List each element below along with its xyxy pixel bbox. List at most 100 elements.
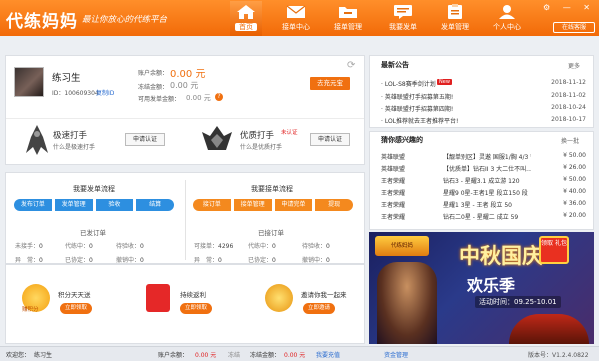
switch-batch-link[interactable]: 换一批 (561, 136, 579, 145)
nav-label: 接单中心 (282, 23, 310, 31)
stat-in-progress[interactable]: 代练中：0 (65, 241, 93, 250)
published-orders-title: 已发订单 (80, 229, 106, 237)
flow-step[interactable]: 发布订单 (14, 199, 52, 211)
accept-flow: 接订单 接单管理 申请完单 提现 (193, 199, 353, 211)
home-icon (237, 5, 255, 19)
nav-publish-manage[interactable]: 发单管理 (437, 1, 473, 36)
claim-points-button[interactable]: 立即领取 (60, 303, 93, 314)
gift-pack-icon[interactable]: 领取 礼包 (539, 236, 569, 264)
publish-flow-title: 我要发单流程 (73, 185, 115, 193)
recommend-row[interactable]: 英雄联盟【靓单别区】灵遨 国服1/胸 4/3 钻...¥ 50.00 (381, 152, 586, 163)
recommend-row[interactable]: 王者荣耀 星耀1 3星 - 王者 段立 50 ¥ 36.00 (381, 200, 586, 211)
person-icon (499, 5, 515, 19)
folder-icon (339, 7, 357, 18)
speed-player-title: 极速打手 (53, 131, 88, 141)
refresh-icon[interactable]: ⟳ (347, 60, 355, 71)
nav-label: 接单管理 (334, 23, 362, 31)
stat-in-progress[interactable]: 代练中：0 (248, 241, 276, 250)
nav-accept-manage[interactable]: 接单管理 (330, 1, 366, 36)
avatar (14, 67, 44, 97)
news-title: 最新公告 (381, 61, 409, 69)
window-controls[interactable]: ⚙ — ✕ (543, 3, 595, 12)
flow-step[interactable]: 结算 (136, 199, 174, 211)
publish-flow: 发布订单 发单管理 验收 结算 (14, 199, 174, 211)
recommend-row[interactable]: 王者荣耀 钻石3 - 星耀3.1 成立游 120 ¥ 50.00 (381, 176, 586, 187)
banner-title: 中秋国庆 (459, 243, 543, 268)
stat-available[interactable]: 可接单：4296 (194, 241, 233, 250)
nav-label: 发单管理 (441, 23, 469, 31)
flow-step[interactable]: 发单管理 (54, 199, 93, 211)
frozen-label: 冻结金额： (138, 84, 169, 91)
stat-unaccepted[interactable]: 未接手：0 (15, 241, 43, 250)
status-frozen-value: 0.00 元 (284, 352, 306, 359)
nav-label: 个人中心 (493, 23, 521, 31)
app-logo: 代练妈妈 (6, 12, 78, 32)
flow-step[interactable]: 接单管理 (233, 199, 272, 211)
flow-step[interactable]: 验收 (95, 199, 134, 211)
apply-speed-cert-button[interactable]: 申请认证 (125, 133, 165, 146)
flow-step[interactable]: 申请完单 (274, 199, 313, 211)
clipboard-icon (448, 4, 462, 19)
status-frozen-link[interactable]: 冻结 (228, 350, 240, 359)
nav-home[interactable]: 首页 (230, 1, 262, 36)
flow-step[interactable]: 提现 (315, 199, 353, 211)
banner-subtitle: 欢乐季 (467, 276, 516, 295)
recharge-button[interactable]: 去充元宝 (310, 77, 350, 90)
fund-manage-link[interactable]: 资金管理 (384, 350, 408, 359)
copy-id-link[interactable]: 复制ID (96, 88, 114, 97)
balance-value: 0.00 元 (170, 69, 206, 80)
quality-player-help-link[interactable]: 什么是优质打手 (240, 142, 282, 151)
quality-player-title: 优质打手 (240, 131, 275, 141)
nav-label: 首页 (235, 23, 257, 31)
claim-rebate-button[interactable]: 立即领取 (180, 303, 213, 314)
stat-agreed[interactable]: 已协定：0 (248, 255, 276, 264)
news-more-link[interactable]: 更多 (568, 61, 580, 70)
promo-banner[interactable]: 代练妈妈 中秋国庆 欢乐季 活动时间：09.25-10.01 领取 礼包 (369, 232, 594, 344)
coins-icon (265, 284, 293, 312)
divider (6, 118, 364, 119)
speed-player-icon (26, 125, 48, 155)
recharge-link[interactable]: 我要充值 (316, 350, 340, 359)
new-badge: New (437, 79, 452, 85)
stat-pending-check[interactable]: 待验收：0 (302, 241, 330, 250)
stat-agreed[interactable]: 已协定：0 (65, 255, 93, 264)
news-item[interactable]: · LOL推荐就去王者推荐平台! 2018-10-17 (381, 116, 586, 126)
stat-revoking[interactable]: 撤销中：0 (302, 255, 330, 264)
recommend-row[interactable]: 英雄联盟 【优质单】钻石II 3 大二仕不叫... ¥ 26.00 (381, 164, 586, 175)
divider (185, 180, 186, 260)
stat-revoking[interactable]: 撤销中：0 (116, 255, 144, 264)
recommend-title: 猜你感兴趣的 (381, 136, 423, 144)
status-user-value: 练习生 (34, 352, 53, 359)
envelope-icon (286, 5, 306, 18)
apply-quality-cert-button[interactable]: 申请认证 (310, 133, 350, 146)
banner-time: 活动时间：09.25-10.01 (475, 296, 561, 308)
speed-player-help-link[interactable]: 什么是极速打手 (53, 142, 95, 151)
stat-pending-check[interactable]: 待验收：0 (116, 241, 144, 250)
online-service-button[interactable]: 在线客服 (553, 22, 595, 33)
banner-hero-art (377, 262, 437, 344)
nav-publish[interactable]: 我要发单 (385, 1, 421, 36)
nav-accept-center[interactable]: 接单中心 (278, 1, 314, 36)
accepted-orders-title: 已接订单 (258, 229, 284, 237)
promo-title: 邀请你我一起来 (301, 291, 347, 299)
status-balance-value: 0.00 元 (195, 352, 217, 359)
promo-title: 持续返利 (180, 291, 206, 299)
version-text: 版本号：V1.2.4.0822 (528, 352, 589, 359)
help-icon[interactable]: ? (215, 93, 223, 101)
news-item[interactable]: · 英雄联盟打手招募第四期! 2018-10-24 (381, 104, 586, 114)
accept-flow-title: 我要接单流程 (251, 185, 293, 193)
banner-logo: 代练妈妈 (375, 236, 429, 256)
news-item[interactable]: · LOL-S8赛季剑计划 2018-11-12 (381, 79, 586, 89)
banner-gate-art (509, 314, 589, 344)
flow-step[interactable]: 接订单 (193, 199, 231, 211)
recommend-row[interactable]: 王者荣耀 钻石二0星 - 星耀二 成立 59 ¥ 20.00 (381, 212, 586, 223)
username: 练习生 (52, 73, 81, 84)
invite-button[interactable]: 立即邀请 (303, 303, 336, 314)
deposit-value: 0.00 元 (186, 94, 211, 102)
nav-personal[interactable]: 个人中心 (489, 1, 525, 36)
news-item[interactable]: · 英雄联盟打手招募第五期! 2018-11-02 (381, 92, 586, 102)
status-user-label: 欢迎您： (6, 352, 31, 359)
stat-abnormal[interactable]: 异 常：0 (194, 255, 222, 264)
stat-abnormal[interactable]: 异 常：0 (15, 255, 43, 264)
recommend-row[interactable]: 王者荣耀 星耀9 0星-王者1星 段立150 段 ¥ 40.00 (381, 188, 586, 199)
